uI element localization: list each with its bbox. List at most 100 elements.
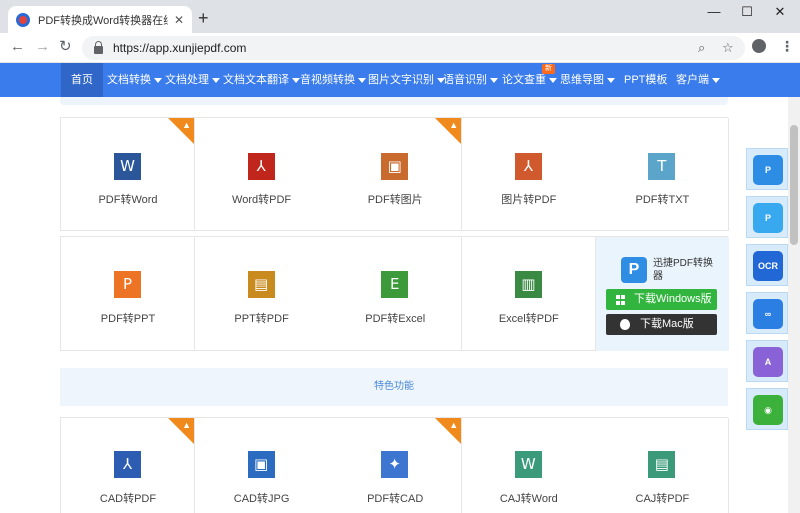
tool-grid-row3: ⅄ CAD转PDF ▲ ▣ CAD转JPG ✦ PDF转CAD ▲ W CAJ转Word ▤ CAJ转… xyxy=(60,417,730,513)
pdf-app-icon: P xyxy=(753,155,783,185)
tool-card[interactable]: ✦ PDF转CAD ▲ xyxy=(328,418,463,513)
new-tab-button[interactable]: + xyxy=(198,9,209,27)
client-download-promo: P 迅捷PDF转换器 下载Windows版 下载Mac版 xyxy=(595,237,729,351)
tool-label: CAJ转PDF xyxy=(635,493,690,505)
tool-label: PDF转Excel xyxy=(365,313,426,325)
nav-client[interactable]: 客户端 xyxy=(676,63,720,97)
promo-text: 迅捷PDF转换器 xyxy=(653,258,713,282)
nav-image-ocr[interactable]: 图片文字识别 xyxy=(368,63,445,97)
tool-grid-row1: W PDF转Word ▲ ⅄ Word转PDF ▣ PDF转图片 ▲ ⅄ 图片转PDF T PDF转T… xyxy=(60,117,730,231)
excel-pdf-file-icon: ▥ xyxy=(514,271,542,298)
page-scrollbar[interactable] xyxy=(788,97,800,513)
profile-icon[interactable] xyxy=(752,39,766,53)
pdf-editor-sidebar-button[interactable]: P xyxy=(746,196,788,238)
tool-card[interactable]: W CAJ转Word xyxy=(461,418,596,513)
tool-card[interactable]: W PDF转Word ▲ xyxy=(61,118,195,231)
chevron-down-icon xyxy=(292,77,300,83)
scrollbar-thumb[interactable] xyxy=(790,125,798,245)
pdf-editor-icon: P xyxy=(753,203,783,233)
feature-section-title: 特色功能 xyxy=(60,368,728,406)
translate-sidebar-button[interactable]: A xyxy=(746,340,788,382)
ocr-sidebar-button[interactable]: OCR xyxy=(746,244,788,286)
cad-file-icon: ✦ xyxy=(381,451,409,478)
tool-card[interactable]: ▥ Excel转PDF xyxy=(461,237,596,351)
flame-icon: ▲ xyxy=(449,120,459,130)
chevron-down-icon xyxy=(712,77,720,83)
top-band xyxy=(60,97,728,105)
lock-icon xyxy=(94,41,103,54)
site-favicon-icon xyxy=(16,12,30,27)
tool-card[interactable]: ⅄ 图片转PDF xyxy=(461,118,596,231)
document-file-icon: ▤ xyxy=(648,451,676,478)
tool-grid-row2: P 迅捷PDF转换器 下载Windows版 下载Mac版 P PDF转PPT ▤ PP… xyxy=(60,236,729,351)
tool-label: 图片转PDF xyxy=(501,194,557,206)
tool-label: Excel转PDF xyxy=(498,313,559,325)
ppt-file-icon: P xyxy=(114,271,141,298)
address-bar[interactable]: https://app.xunjiepdf.com ⌕ ☆ xyxy=(82,36,745,60)
tool-card[interactable]: ▤ PPT转PDF xyxy=(194,237,329,351)
nav-speech-recognition[interactable]: 语音识别 xyxy=(443,63,498,97)
maximize-icon[interactable]: ☐ xyxy=(737,4,757,20)
back-arrow-icon[interactable]: ← xyxy=(10,39,25,55)
url-text: https://app.xunjiepdf.com xyxy=(113,41,247,55)
reload-icon[interactable]: ↻ xyxy=(59,39,72,55)
minimize-icon[interactable]: — xyxy=(704,4,724,19)
pdf-app-sidebar-button[interactable]: P xyxy=(746,148,788,190)
chevron-down-icon xyxy=(154,77,162,83)
ocr-icon: OCR xyxy=(753,251,783,281)
tool-card[interactable]: ⅄ CAD转PDF ▲ xyxy=(61,418,195,513)
tool-card[interactable]: T PDF转TXT xyxy=(595,118,730,231)
tool-label: PDF转TXT xyxy=(635,194,690,206)
tool-label: PPT转PDF xyxy=(234,313,289,325)
nav-doc-convert[interactable]: 文档转换 xyxy=(107,63,162,97)
tool-label: PDF转Word xyxy=(98,194,158,206)
nav-doc-translate[interactable]: 文档文本翻译 xyxy=(223,63,300,97)
zoom-icon[interactable]: ⌕ xyxy=(698,40,705,56)
site-nav: 首页 文档转换 文档处理 文档文本翻译 音视频转换 图片文字识别 语音识别 论文… xyxy=(0,63,800,97)
nav-ppt-templates[interactable]: PPT模板 xyxy=(624,63,667,97)
nav-home[interactable]: 首页 xyxy=(61,63,103,97)
nav-av-convert[interactable]: 音视频转换 xyxy=(300,63,366,97)
flame-icon: ▲ xyxy=(182,420,191,430)
download-windows-button[interactable]: 下载Windows版 xyxy=(606,289,717,310)
download-mac-button[interactable]: 下载Mac版 xyxy=(606,314,717,335)
translate-icon: A xyxy=(753,347,783,377)
link-sidebar-button[interactable]: ∞ xyxy=(746,292,788,334)
tool-card[interactable]: ▣ CAD转JPG xyxy=(194,418,329,513)
tool-card[interactable]: ▤ CAJ转PDF xyxy=(595,418,730,513)
tool-label: PDF转PPT xyxy=(100,313,156,325)
nav-doc-process[interactable]: 文档处理 xyxy=(165,63,220,97)
chevron-down-icon xyxy=(549,77,557,83)
pdf-file-icon: ⅄ xyxy=(514,153,542,180)
pdf-file-icon: ⅄ xyxy=(247,153,275,180)
chevron-down-icon xyxy=(607,77,615,83)
word-file-icon: W xyxy=(114,153,141,180)
new-badge: 新 xyxy=(542,64,555,74)
tool-card[interactable]: P PDF转PPT xyxy=(61,237,195,351)
chevron-down-icon xyxy=(212,77,220,83)
link-icon: ∞ xyxy=(753,299,783,329)
image-file-icon: ▣ xyxy=(247,451,275,478)
apple-icon xyxy=(620,319,630,330)
image-file-icon: ▣ xyxy=(381,153,409,180)
tool-card[interactable]: E PDF转Excel xyxy=(328,237,463,351)
xunjie-logo-icon: P xyxy=(621,257,647,283)
tool-label: PDF转图片 xyxy=(367,194,423,206)
tool-label: PDF转CAD xyxy=(367,493,424,505)
windows-icon xyxy=(616,295,626,305)
chevron-down-icon xyxy=(490,77,498,83)
chevron-down-icon xyxy=(358,77,366,83)
wechat-sidebar-button[interactable]: ◉ xyxy=(746,388,788,430)
tool-card[interactable]: ⅄ Word转PDF xyxy=(194,118,329,231)
browser-tab[interactable]: PDF转换成Word转换器在线免费 ✕ xyxy=(8,6,192,33)
flame-icon: ▲ xyxy=(449,420,459,430)
browser-menu-icon[interactable]: ⋮ xyxy=(780,38,794,55)
nav-mind-map[interactable]: 思维导图 xyxy=(560,63,615,97)
bookmark-star-icon[interactable]: ☆ xyxy=(722,40,734,56)
tab-close-icon[interactable]: ✕ xyxy=(174,13,184,27)
window-close-icon[interactable]: ✕ xyxy=(770,4,790,20)
tool-label: Word转PDF xyxy=(232,194,292,206)
forward-arrow-icon[interactable]: → xyxy=(35,39,50,55)
tool-card[interactable]: ▣ PDF转图片 ▲ xyxy=(328,118,463,231)
tool-label: CAJ转Word xyxy=(499,493,558,505)
